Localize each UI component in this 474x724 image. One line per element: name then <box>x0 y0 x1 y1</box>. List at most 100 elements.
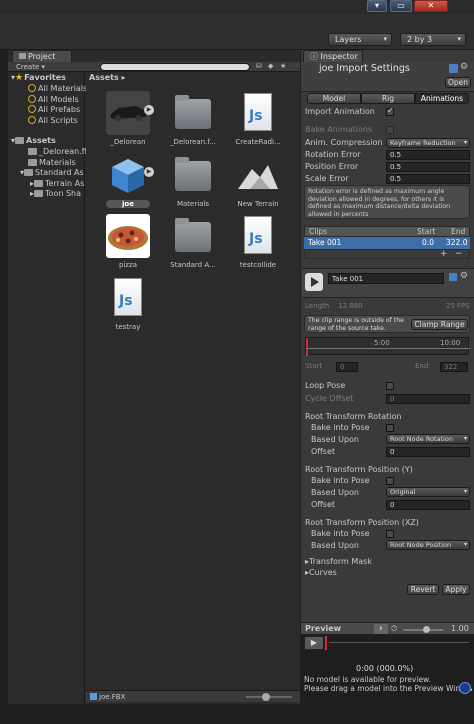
search-icon <box>28 105 36 113</box>
asset-name: New Terrain <box>237 200 279 208</box>
minimize-button[interactable]: ▾ <box>367 0 387 12</box>
restore-button[interactable]: ▭ <box>390 0 412 12</box>
loop-pose-checkbox[interactable] <box>386 382 394 390</box>
rotation-offset-field[interactable]: 0 <box>386 447 470 457</box>
position-y-based-upon-dropdown[interactable]: Original ▾ <box>386 487 470 497</box>
clip-name-field[interactable]: Take 001 <box>328 273 444 284</box>
asset-item[interactable]: Js testray <box>100 276 156 331</box>
tab-animations[interactable]: Animations <box>415 93 469 104</box>
preview-timeline[interactable] <box>329 642 469 643</box>
tab-inspector[interactable]: ⓘ Inspector <box>303 50 363 62</box>
car-icon <box>110 106 146 121</box>
tree-item[interactable]: ▸ Terrain As <box>30 179 84 190</box>
layers-dropdown[interactable]: Layers ▾ <box>328 33 392 46</box>
folder-icon <box>175 95 211 129</box>
tree-item[interactable]: ▸ Toon Sha <box>30 189 81 200</box>
asset-item-selected[interactable]: ▶ joe <box>100 153 156 208</box>
asset-item[interactable]: pizza <box>100 214 156 269</box>
asset-item[interactable]: Standard A... <box>165 214 221 269</box>
preview-window[interactable]: ▶ 0:00 (000.0%) No model is available fo… <box>301 634 474 724</box>
loop-pose-label: Loop Pose <box>305 381 346 390</box>
playhead-marker[interactable] <box>325 636 327 650</box>
tree-item[interactable]: _Delorean.fb <box>28 147 90 158</box>
filter-by-type-icon[interactable]: ⛁ <box>256 62 262 70</box>
star-filter-icon[interactable]: ★ <box>280 62 286 70</box>
end-col-label: End <box>451 227 466 236</box>
help-icon[interactable] <box>449 64 458 73</box>
bake-animations-checkbox[interactable] <box>386 126 394 134</box>
cycle-offset-field[interactable]: 0 <box>386 394 470 404</box>
remove-clip-button[interactable]: − <box>455 249 463 259</box>
close-window-button[interactable]: ✕ <box>414 0 448 12</box>
asset-item[interactable]: Materials <box>165 153 221 208</box>
position-y-bake-checkbox[interactable] <box>386 477 394 485</box>
asset-item[interactable]: Js CreateRadi... <box>230 91 286 146</box>
speed-slider-thumb[interactable] <box>423 626 430 633</box>
gear-icon[interactable]: ⚙ <box>460 62 468 72</box>
create-dropdown[interactable]: Create ▾ <box>16 62 45 72</box>
offset-label: Offset <box>311 500 336 509</box>
position-y-offset-field[interactable]: 0 <box>386 500 470 510</box>
favorite-item[interactable]: All Materials <box>28 84 87 95</box>
range-start-marker[interactable] <box>306 338 308 356</box>
asset-item[interactable]: ▶ _Delorean <box>100 91 156 146</box>
tab-rig[interactable]: Rig <box>361 93 415 104</box>
asset-name: joe <box>106 200 150 208</box>
help-icon[interactable] <box>449 273 457 281</box>
restore-icon: ▭ <box>397 1 405 10</box>
play-button[interactable]: ▶ <box>304 636 324 650</box>
tree-item[interactable]: Materials <box>28 158 76 169</box>
drag-model-message: Please drag a model into the Preview Win… <box>304 684 472 693</box>
favorites-label: Favorites <box>24 73 66 82</box>
end-field[interactable]: 322 <box>440 362 468 372</box>
transform-mask-foldout[interactable]: ▸Transform Mask <box>305 556 372 567</box>
favorite-item[interactable]: All Models <box>28 94 79 106</box>
assets-section[interactable]: ▾ Assets <box>11 136 56 147</box>
tab-model[interactable]: Model <box>307 93 361 104</box>
tab-project[interactable]: Project <box>12 50 72 62</box>
slider-thumb[interactable] <box>262 693 270 701</box>
rotation-error-field[interactable]: 0.5 <box>386 150 470 160</box>
anim-compression-dropdown[interactable]: Keyframe Reduction ▾ <box>386 138 470 148</box>
scale-error-label: Scale Error <box>305 174 349 183</box>
asset-item[interactable]: New Terrain <box>230 153 286 208</box>
import-animation-checkbox[interactable] <box>386 106 394 116</box>
apply-button[interactable]: Apply <box>442 584 470 595</box>
favorite-item[interactable]: All Prefabs <box>28 105 80 116</box>
curves-foldout[interactable]: ▸Curves <box>305 567 337 578</box>
inspector-header: joe Import Settings ⚙ Open <box>301 62 474 92</box>
favorite-item[interactable]: All Scripts <box>28 115 78 127</box>
filter-by-label-icon[interactable]: ◆ <box>268 62 273 70</box>
chevron-down-icon: ▾ <box>463 139 467 146</box>
asset-item[interactable]: Js testcollide <box>230 214 286 269</box>
breadcrumb-assets: Assets <box>89 73 119 82</box>
rotation-bake-checkbox[interactable] <box>386 424 394 432</box>
asset-item[interactable]: _Delorean.f... <box>165 91 221 146</box>
open-button[interactable]: Open <box>445 77 471 88</box>
revert-button[interactable]: Revert <box>407 584 439 595</box>
breadcrumb[interactable]: Assets ▸ <box>89 73 126 83</box>
layout-dropdown[interactable]: 2 by 3 ▾ <box>400 33 466 46</box>
position-xz-bake-checkbox[interactable] <box>386 530 394 538</box>
timeline-ruler[interactable]: 5:00 10:00 <box>305 337 470 356</box>
favorites-section[interactable]: ▾★Favorites <box>11 73 66 84</box>
animation-clip-toggle-icon[interactable]: ⏵ <box>374 624 388 634</box>
clamp-range-button[interactable]: Clamp Range <box>411 319 468 330</box>
add-clip-button[interactable]: + <box>440 249 448 259</box>
rotation-based-upon-dropdown[interactable]: Root Node Rotation ▾ <box>386 434 470 444</box>
tree-item[interactable]: ▾ Standard As <box>20 168 84 179</box>
start-field[interactable]: 0 <box>336 362 358 372</box>
tree-item-label: Materials <box>39 157 76 167</box>
clip-row[interactable]: Take 001 0.0 322.0 <box>304 237 470 249</box>
root-position-y-label: Root Transform Position (Y) <box>305 465 413 474</box>
position-xz-based-upon-dropdown[interactable]: Root Node Position ▾ <box>386 540 470 550</box>
avatar-icon[interactable] <box>459 682 471 694</box>
favorite-label: All Scripts <box>38 115 78 125</box>
scale-error-field[interactable]: 0.5 <box>386 174 470 184</box>
search-input[interactable] <box>100 63 250 71</box>
chevron-down-icon: ▾ <box>41 63 46 71</box>
chevron-right-icon: ▸ <box>121 73 126 82</box>
pizza-icon <box>108 226 148 250</box>
gear-icon[interactable]: ⚙ <box>460 271 468 281</box>
position-error-field[interactable]: 0.5 <box>386 162 470 172</box>
